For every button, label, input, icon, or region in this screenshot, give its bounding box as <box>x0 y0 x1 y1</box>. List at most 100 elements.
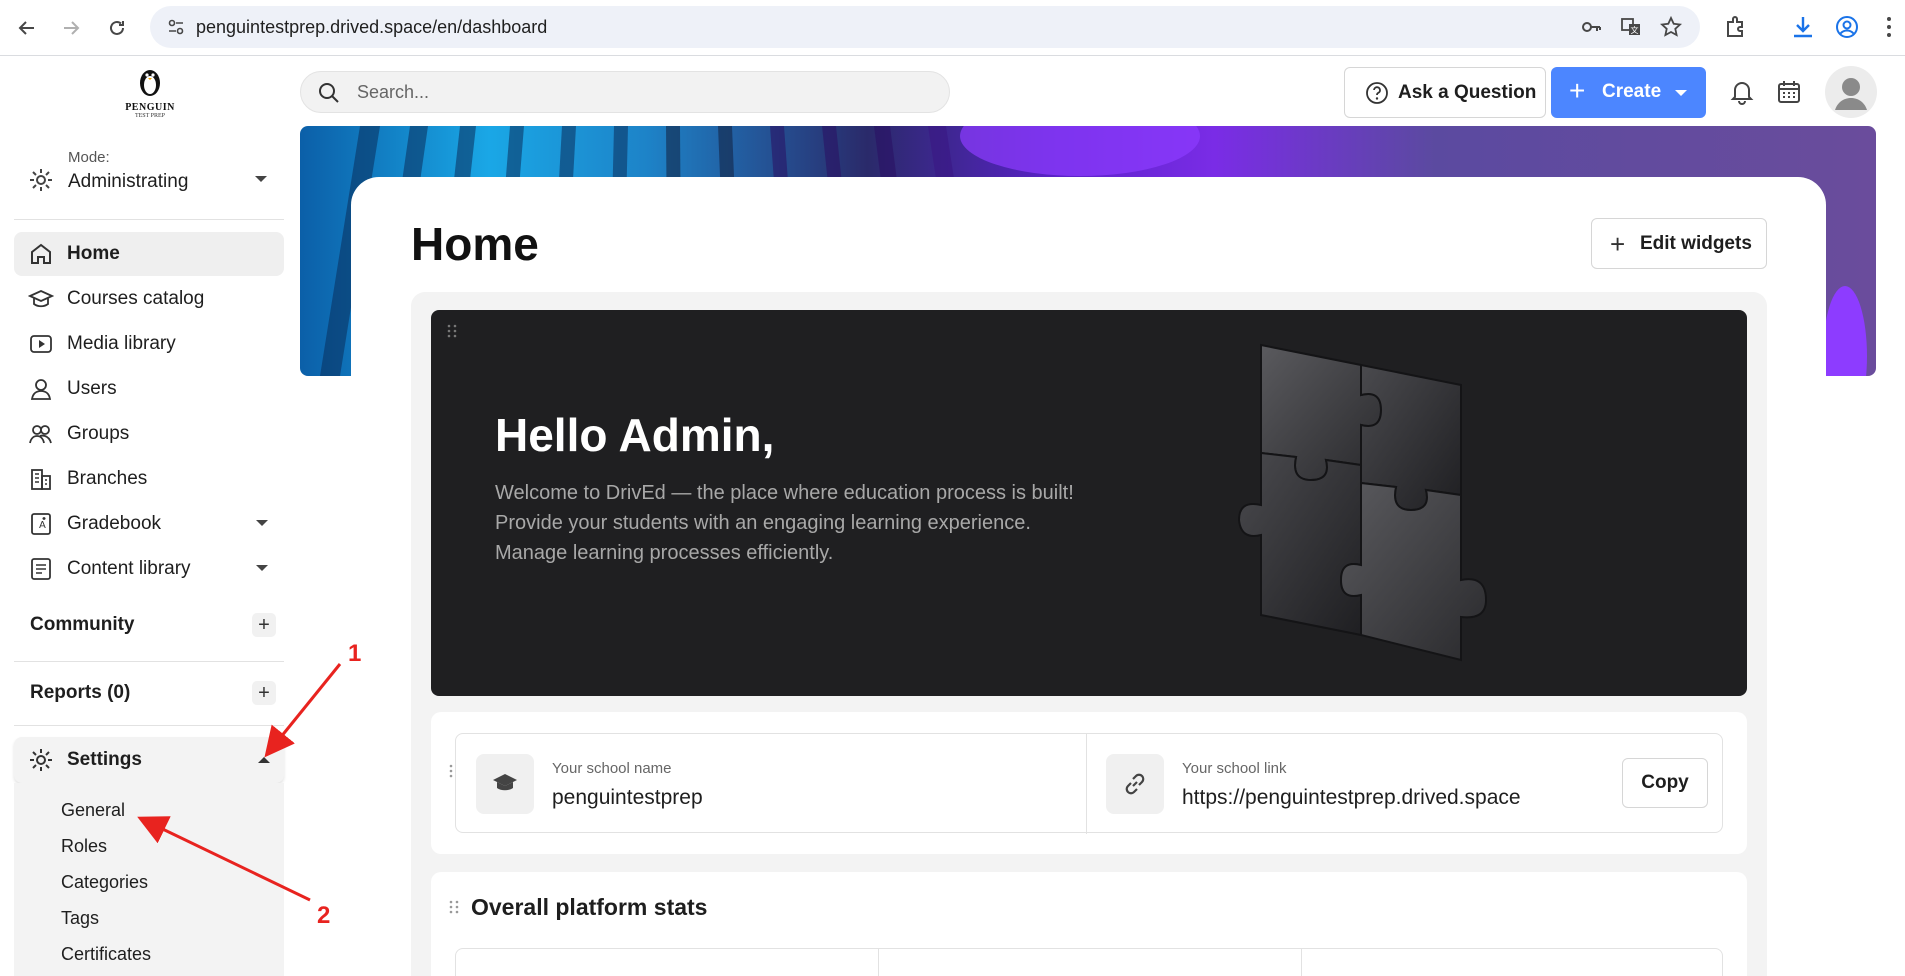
sidebar-item-label: Content library <box>67 558 191 579</box>
gradebook-icon: A <box>31 513 51 535</box>
users-icon <box>29 425 52 444</box>
divider <box>14 219 284 220</box>
school-info-panel: Your school name penguintestprep Your sc… <box>455 733 1723 834</box>
annotation-number-1: 1 <box>348 640 362 667</box>
settings-item-categories[interactable]: Categories <box>61 872 148 893</box>
community-section[interactable]: Community + <box>14 605 284 645</box>
copy-button[interactable]: Copy <box>1622 758 1708 808</box>
chevron-down-icon <box>256 520 268 526</box>
school-name-value: penguintestprep <box>552 786 703 809</box>
profile-icon[interactable] <box>1834 14 1860 40</box>
annotation-number-2: 2 <box>317 902 331 929</box>
download-icon[interactable] <box>1790 14 1816 40</box>
sidebar-item-label: Media library <box>67 333 176 354</box>
reload-icon[interactable] <box>101 12 133 44</box>
logo-subtitle: TEST PREP <box>134 113 166 119</box>
user-avatar-icon <box>1835 78 1867 110</box>
search-input[interactable]: Search... <box>300 71 950 113</box>
sidebar-item-courses-catalog[interactable]: Courses catalog <box>14 277 284 321</box>
settings-item-certificates[interactable]: Certificates <box>61 944 151 965</box>
extensions-icon[interactable] <box>1723 14 1749 40</box>
sidebar-item-label: Gradebook <box>67 513 162 534</box>
school-link-label: Your school link <box>1182 760 1287 777</box>
sidebar-item-label: Branches <box>67 468 148 489</box>
reports-label: Reports (0) <box>30 682 131 703</box>
calendar-icon[interactable] <box>1775 78 1803 106</box>
chevron-down-icon <box>256 565 268 571</box>
video-icon <box>30 335 52 353</box>
user-icon <box>30 379 52 400</box>
logo-name: PENGUIN <box>125 102 175 113</box>
platform-stats-widget: Overall platform stats <box>431 872 1747 976</box>
edit-widgets-label: Edit widgets <box>1640 233 1752 254</box>
document-icon <box>31 558 51 580</box>
bell-icon[interactable] <box>1728 78 1756 106</box>
welcome-widget: Hello Admin, Welcome to DrivEd — the pla… <box>431 310 1747 696</box>
reports-section[interactable]: Reports (0) + <box>14 673 284 713</box>
mode-label: Mode: <box>68 149 110 166</box>
sidebar-item-content-library[interactable]: Content library <box>14 547 284 591</box>
search-icon <box>319 83 339 103</box>
sidebar-item-gradebook[interactable]: A Gradebook <box>14 502 284 546</box>
welcome-text-line: Provide your students with an engaging l… <box>495 512 1031 534</box>
bookmark-star-icon[interactable] <box>1660 16 1682 38</box>
sidebar-item-media-library[interactable]: Media library <box>14 322 284 366</box>
sidebar-item-settings[interactable]: Settings <box>14 737 284 783</box>
chevron-down-icon <box>255 176 267 182</box>
divider <box>878 949 879 976</box>
school-info-widget: Your school name penguintestprep Your sc… <box>431 712 1747 854</box>
divider <box>14 661 284 662</box>
settings-label: Settings <box>67 749 142 770</box>
sidebar-item-home[interactable]: Home <box>14 232 284 276</box>
forward-icon[interactable] <box>55 12 87 44</box>
sidebar-item-branches[interactable]: Branches <box>14 457 284 501</box>
ask-question-label: Ask a Question <box>1398 82 1537 103</box>
settings-item-tags[interactable]: Tags <box>61 908 99 929</box>
drag-handle-icon[interactable] <box>447 324 457 338</box>
sidebar-item-groups[interactable]: Groups <box>14 412 284 456</box>
site-settings-icon[interactable] <box>166 17 186 37</box>
stats-title: Overall platform stats <box>471 894 708 920</box>
settings-item-roles[interactable]: Roles <box>61 836 107 857</box>
question-icon <box>1366 82 1388 104</box>
search-placeholder: Search... <box>357 82 430 102</box>
ask-question-button[interactable]: Ask a Question <box>1344 67 1546 118</box>
chevron-up-icon[interactable] <box>258 757 270 763</box>
mode-selector[interactable]: Mode: Administrating <box>24 145 274 209</box>
svg-text:A: A <box>39 520 46 531</box>
url-text[interactable]: penguintestprep.drived.space/en/dashboar… <box>196 17 547 38</box>
translate-icon[interactable]: 文 <box>1620 16 1642 38</box>
create-label: Create <box>1602 81 1662 102</box>
sidebar-item-label: Home <box>67 243 120 264</box>
add-community-button[interactable]: + <box>252 613 276 637</box>
plus-icon: + <box>1610 229 1626 259</box>
sidebar-item-users[interactable]: Users <box>14 367 284 411</box>
drag-handle-icon[interactable] <box>449 900 459 914</box>
school-name-label: Your school name <box>552 760 672 777</box>
divider <box>1086 734 1087 834</box>
key-icon[interactable] <box>1580 16 1602 38</box>
welcome-text-line: Welcome to DrivEd — the place where educ… <box>495 482 1074 504</box>
building-icon <box>31 469 51 490</box>
page-title: Home <box>411 218 539 270</box>
create-button[interactable]: + Create <box>1551 67 1706 118</box>
address-bar[interactable]: penguintestprep.drived.space/en/dashboar… <box>150 6 1700 48</box>
divider <box>14 725 284 726</box>
graduation-cap-icon <box>476 754 534 814</box>
welcome-title: Hello Admin, <box>495 409 775 461</box>
add-report-button[interactable]: + <box>252 681 276 705</box>
avatar[interactable] <box>1825 66 1877 118</box>
sidebar-item-label: Courses catalog <box>67 288 205 309</box>
logo[interactable]: PENGUIN TEST PREP <box>118 65 182 123</box>
sidebar-item-label: Groups <box>67 423 130 444</box>
back-icon[interactable] <box>11 12 43 44</box>
plus-icon: + <box>1569 75 1586 106</box>
divider <box>1301 949 1302 976</box>
edit-widgets-button[interactable]: + Edit widgets <box>1591 218 1767 269</box>
sidebar: PENGUIN TEST PREP Mode: Administrating H… <box>0 57 298 976</box>
gear-icon <box>30 169 52 191</box>
settings-item-general[interactable]: General <box>61 800 125 821</box>
puzzle-illustration <box>1237 343 1488 662</box>
home-icon <box>31 243 51 264</box>
menu-icon[interactable] <box>1876 14 1902 40</box>
